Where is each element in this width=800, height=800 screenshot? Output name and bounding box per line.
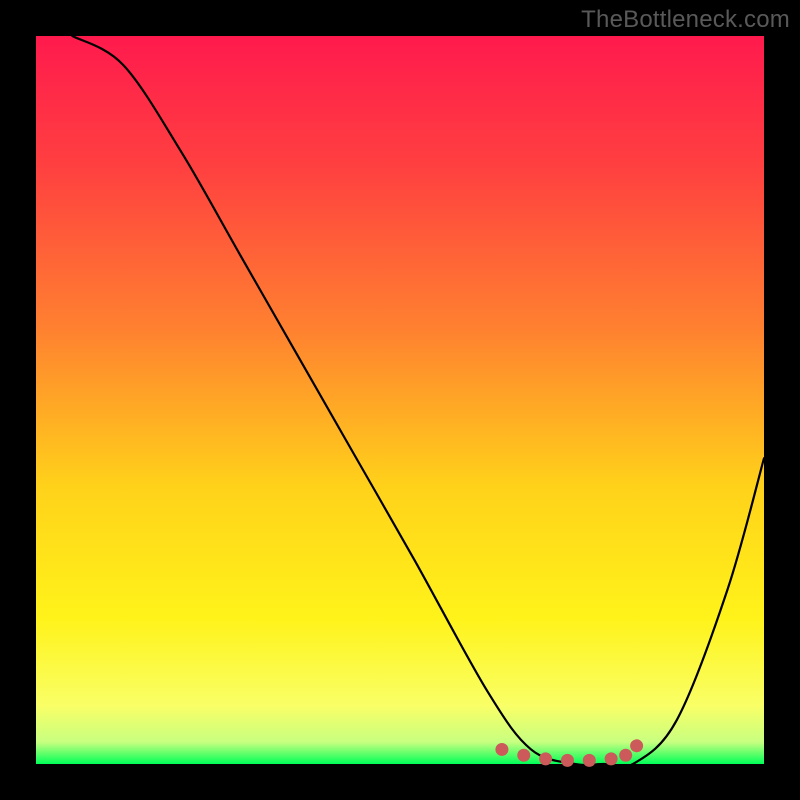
optimal-marker-dot xyxy=(605,752,618,765)
optimal-marker-dot xyxy=(517,749,530,762)
chart-root: TheBottleneck.com xyxy=(0,0,800,800)
optimal-marker-dot xyxy=(619,749,632,762)
optimal-marker-dot xyxy=(583,754,596,767)
optimal-marker-dot xyxy=(561,754,574,767)
watermark-text: TheBottleneck.com xyxy=(581,6,790,34)
optimal-marker-dot xyxy=(630,739,643,752)
optimal-marker-dot xyxy=(495,743,508,756)
chart-canvas xyxy=(0,0,800,800)
plot-background xyxy=(36,36,764,764)
optimal-marker-dot xyxy=(539,752,552,765)
